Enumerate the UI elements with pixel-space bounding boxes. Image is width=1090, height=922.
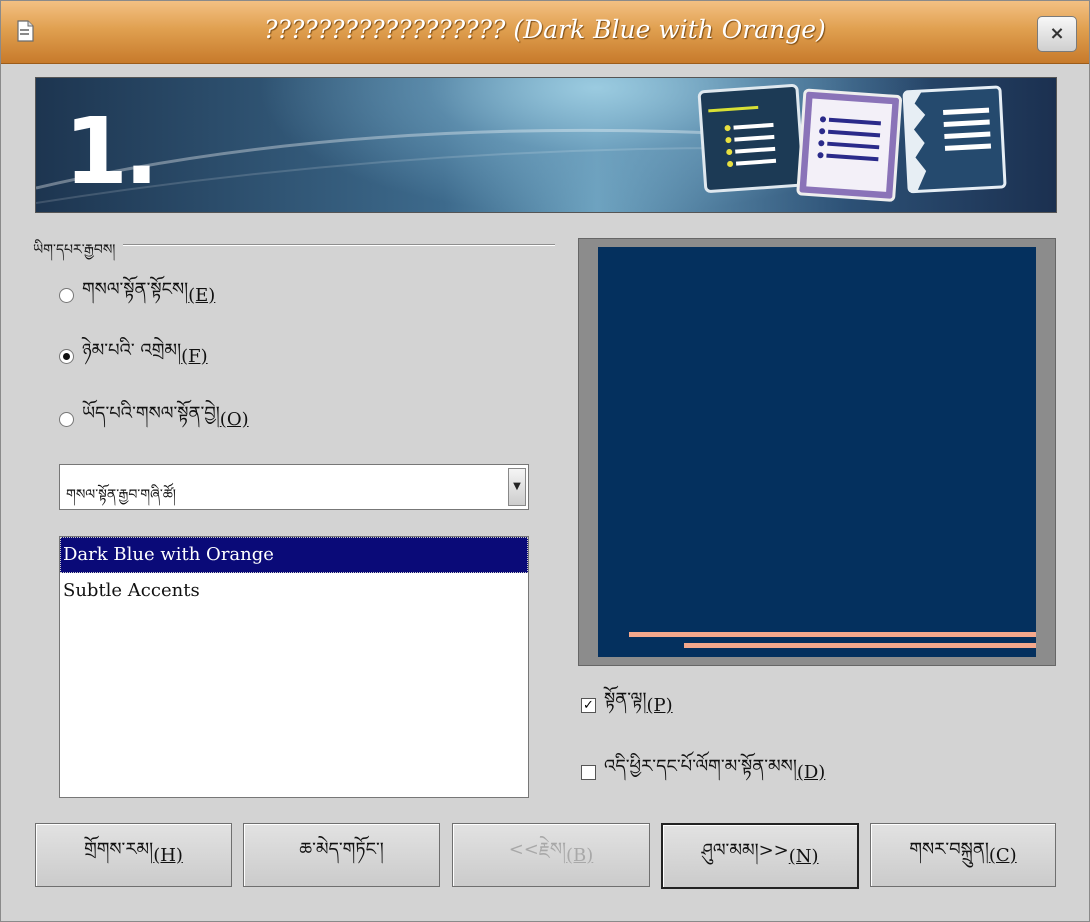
do-not-show-again-checkbox[interactable]: [581, 764, 596, 780]
create-button[interactable]: གསར་བསྐྲུན། (C): [870, 823, 1056, 887]
radio-button[interactable]: [59, 348, 74, 364]
preview-checkbox[interactable]: ✓: [581, 697, 596, 713]
help-button[interactable]: གྲོགས་རམ། (H): [35, 823, 232, 887]
group-label: ཡིག་དཔར་རྒྱབས།: [33, 242, 116, 258]
radio-label: ཉེམ་པའི་ འགྲེམ།: [82, 340, 182, 361]
group-separator: [123, 244, 555, 246]
button-label: གྲོགས་རམ།: [84, 839, 154, 860]
radio-mnemonic: (F): [181, 345, 208, 367]
checkbox-label: འདི་ཕྱིར་དང་པོ་ལོག་མ་སྟོན་མས།: [604, 756, 797, 777]
radio-open-existing[interactable]: ཡོད་པའི་གསལ་སྟོན་བྱེ། (O): [59, 403, 249, 433]
preview-accent-line: [684, 643, 1036, 648]
list-item[interactable]: Dark Blue with Orange: [60, 537, 528, 573]
radio-empty-presentation[interactable]: གསལ་སྟོན་སྟོངས། (E): [59, 279, 216, 309]
button-mnemonic: (H): [153, 844, 183, 866]
list-item[interactable]: Subtle Accents: [60, 573, 528, 609]
radio-from-template[interactable]: ཉེམ་པའི་ འགྲེམ། (F): [59, 340, 208, 370]
document-torn-icon: [902, 85, 1007, 194]
dropdown-arrow-icon[interactable]: ▼: [508, 468, 526, 506]
step-number: 1.: [64, 98, 159, 205]
document-outline-icon: [697, 84, 805, 193]
wizard-banner: 1.: [35, 77, 1057, 213]
button-mnemonic: (B): [566, 844, 594, 866]
close-icon: ×: [1049, 23, 1065, 44]
slide-preview: [598, 247, 1036, 657]
radio-mnemonic: (E): [188, 284, 216, 306]
title-bar[interactable]: ?????????????????? (Dark Blue with Orang…: [1, 1, 1089, 64]
button-mnemonic: (C): [988, 844, 1017, 866]
document-list-icon: [796, 88, 902, 202]
select-value: གསལ་སྟོན་རྒྱབ་གཞི་ཚོ།: [66, 487, 176, 503]
button-label: ཤུལ་མམ།>>: [701, 840, 789, 861]
radio-label: གསལ་སྟོན་སྟོངས།: [82, 279, 189, 300]
radio-label: ཡོད་པའི་གསལ་སྟོན་བྱེ།: [82, 403, 220, 424]
radio-mnemonic: (O): [219, 408, 249, 430]
window-title: ?????????????????? (Dark Blue with Orang…: [264, 15, 826, 44]
design-listbox[interactable]: Dark Blue with Orange Subtle Accents: [59, 536, 529, 798]
do-not-show-again-checkbox-row[interactable]: འདི་ཕྱིར་དང་པོ་ལོག་མ་སྟོན་མས། (D): [581, 756, 826, 786]
radio-button[interactable]: [59, 287, 74, 303]
close-button[interactable]: ×: [1037, 16, 1077, 52]
checkbox-mnemonic: (P): [646, 694, 673, 716]
cancel-button[interactable]: ཆ་མེད་གཏོང་།: [243, 823, 440, 887]
checkbox-label: སྟོན་ལྟ།: [604, 689, 647, 710]
preview-checkbox-row[interactable]: ✓ སྟོན་ལྟ། (P): [581, 689, 673, 719]
preview-accent-line: [629, 632, 1036, 637]
back-button[interactable]: <<རྗེས། (B): [452, 823, 650, 887]
checkbox-mnemonic: (D): [796, 761, 826, 783]
button-label: གསར་བསྐྲུན།: [909, 839, 989, 860]
banner-graphic: [36, 84, 1007, 204]
next-button[interactable]: ཤུལ་མམ།>> (N): [661, 823, 859, 889]
button-label: ཆ་མེད་གཏོང་།: [299, 839, 384, 860]
template-category-select[interactable]: གསལ་སྟོན་རྒྱབ་གཞི་ཚོ། ▼: [59, 464, 529, 510]
radio-button[interactable]: [59, 411, 74, 427]
presentation-wizard-window: ?????????????????? (Dark Blue with Orang…: [0, 0, 1090, 922]
button-label: <<རྗེས།: [508, 839, 566, 860]
button-mnemonic: (N): [788, 845, 819, 867]
